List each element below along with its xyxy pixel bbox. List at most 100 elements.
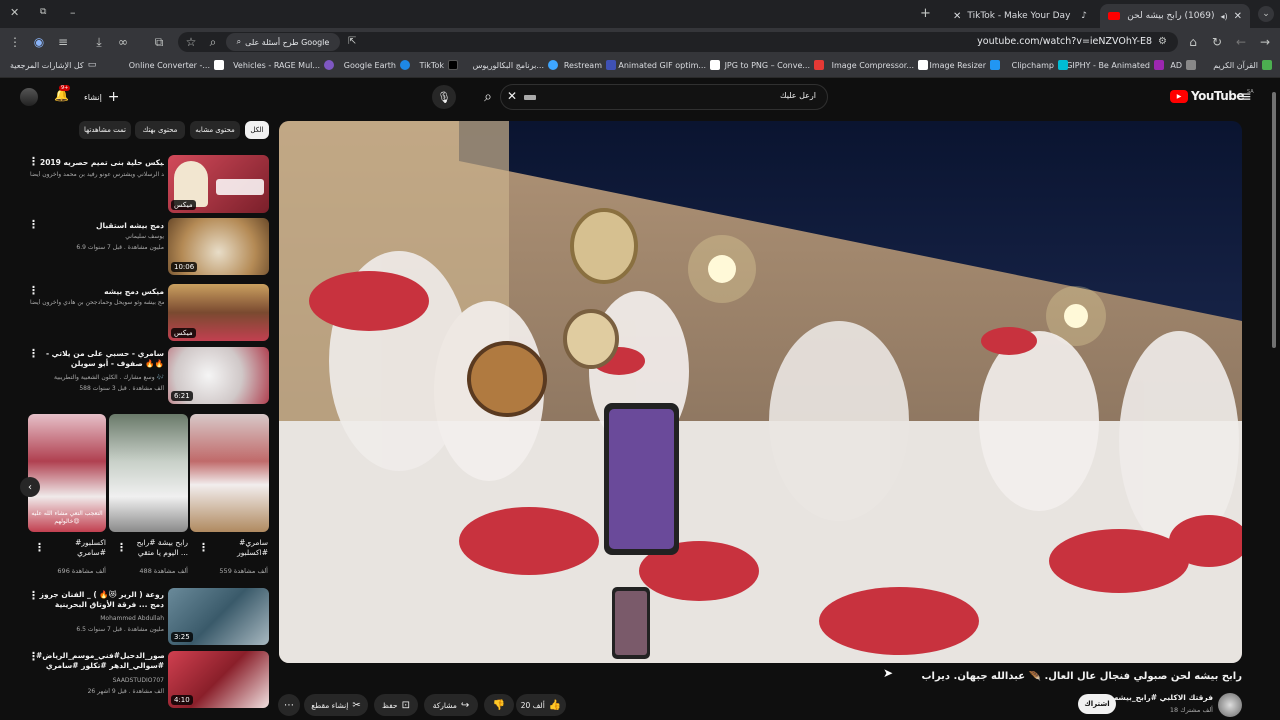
bookmark-favicon-icon: [814, 60, 824, 70]
short-title[interactable]: رابح بيشة #رابح اليوم يا متقي ...: [124, 538, 188, 558]
zoom-icon[interactable]: ⌕: [204, 33, 222, 51]
clear-search-icon[interactable]: ✕: [507, 89, 517, 103]
site-settings-icon[interactable]: ⚙: [1158, 36, 1167, 47]
dislike-button[interactable]: 👎: [484, 694, 514, 716]
chip-all[interactable]: الكل: [245, 121, 269, 139]
more-options-icon[interactable]: ⋮: [28, 156, 39, 167]
video-thumbnail[interactable]: ميكس: [168, 284, 269, 341]
bookmark-item[interactable]: Restream: [564, 60, 616, 70]
tab-youtube[interactable]: (1069) رابح بيشه لحن صبولي ◂) ✕: [1100, 4, 1250, 28]
channel-avatar[interactable]: [1218, 693, 1242, 717]
clip-button[interactable]: إنشاء مقطع ✂: [304, 694, 368, 716]
share-button[interactable]: مشاركة ↪: [424, 694, 478, 716]
back-icon[interactable]: →: [1256, 33, 1274, 51]
reading-list-icon[interactable]: ≡: [54, 33, 72, 51]
google-lens-chip[interactable]: ⌕ طرح أسئلة على Google: [226, 33, 340, 51]
save-button[interactable]: حفظ ⊡: [374, 694, 418, 716]
short-title[interactable]: #سامري #اكسلبور: [208, 538, 268, 558]
mute-icon[interactable]: ◂): [1220, 12, 1227, 21]
close-window-button[interactable]: ✕: [10, 6, 19, 19]
voice-search-icon[interactable]: 🎙: [432, 85, 456, 109]
chip-from-channel[interactable]: محتوى بهتك: [135, 121, 185, 139]
bookmark-item[interactable]: Online Converter -...: [129, 60, 224, 70]
bookmark-item[interactable]: القرآن الكريم: [1213, 60, 1272, 70]
video-title[interactable]: روعة ( الرير 😻🔥 ) _ الفنان جروز دمج ... …: [36, 590, 164, 610]
shelf-prev-button[interactable]: ‹: [20, 477, 40, 497]
more-options-icon[interactable]: ⋮: [28, 651, 39, 662]
bookmark-item[interactable]: Google Earth: [344, 60, 410, 70]
bookmark-favicon-icon: [548, 60, 558, 70]
subscribe-button[interactable]: اشتراك: [1078, 694, 1116, 714]
minimize-button[interactable]: –: [70, 6, 76, 19]
short-thumbnail[interactable]: [109, 414, 188, 532]
bookmark-item[interactable]: TikTok: [419, 60, 458, 70]
bookmark-item[interactable]: Animated GIF optim...: [618, 60, 720, 70]
more-actions-button[interactable]: ⋯: [278, 694, 300, 716]
more-options-icon[interactable]: ⋮: [28, 285, 39, 296]
forward-icon[interactable]: ←: [1232, 33, 1250, 51]
close-tab-icon[interactable]: ✕: [1234, 11, 1242, 22]
search-query[interactable]: ارعل عليك: [540, 91, 816, 100]
page-scrollbar[interactable]: [1272, 92, 1276, 348]
bookmark-item[interactable]: Image Resizer: [929, 60, 1000, 70]
bookmark-item[interactable]: Clipchamp: [1012, 60, 1068, 70]
short-caption: التعجب التعي مشاء الله عليه خالولهم😍: [31, 510, 103, 525]
avatar[interactable]: [20, 88, 38, 106]
video-title[interactable]: ميكس دمج بيشه: [40, 287, 164, 296]
video-thumbnail[interactable]: ميكس: [168, 155, 269, 213]
bookmark-item[interactable]: AD: [1170, 60, 1196, 70]
chip-watched[interactable]: تمت مشاهدتها: [79, 121, 131, 139]
short-thumbnail[interactable]: التعجب التعي مشاء الله عليه خالولهم😍: [28, 414, 106, 532]
menu-icon[interactable]: ⋮: [6, 33, 24, 51]
video-title[interactable]: #فرقة_منصور_الدحيل#فني_موسم_الرياض #سوال…: [36, 651, 164, 671]
new-tab-button[interactable]: +: [920, 6, 931, 21]
video-thumbnail[interactable]: 6:21: [168, 347, 269, 404]
video-thumbnail[interactable]: 10:06: [168, 218, 269, 275]
like-button[interactable]: 20 ألف 👍: [516, 694, 566, 716]
link-icon[interactable]: ∞: [114, 33, 132, 51]
create-button[interactable]: إنشاء +: [84, 88, 124, 106]
bookmark-item[interactable]: برنامج البكالوريوس...: [473, 60, 558, 70]
video-title[interactable]: سامري - حسبي على من يلاتي - صفوف - أبو س…: [36, 349, 164, 369]
keyboard-icon[interactable]: [524, 95, 536, 100]
more-options-icon[interactable]: ⋮: [198, 542, 209, 553]
short-views: 559 ألف مشاهدة: [219, 567, 268, 575]
url-text[interactable]: youtube.com/watch?v=ieNZVOhY-E8: [960, 36, 1152, 47]
video-channel: يوسف سليماني: [125, 233, 164, 240]
extensions-icon[interactable]: ⧉: [150, 33, 168, 51]
bookmark-item[interactable]: Image Compressor...: [832, 60, 928, 70]
chip-related[interactable]: محتوى مشابه: [190, 121, 240, 139]
home-icon[interactable]: ⌂: [1184, 33, 1202, 51]
install-app-icon[interactable]: ⇱: [348, 36, 356, 47]
search-icon[interactable]: ⌕: [476, 85, 500, 109]
bookmark-item[interactable]: JPG to PNG – Conve...: [725, 60, 824, 70]
mix-badge: ميكس: [171, 328, 196, 338]
video-meta: 588 ألف مشاهدة . قبل 3 سنوات: [79, 385, 164, 392]
more-options-icon[interactable]: ⋮: [34, 542, 45, 553]
video-title[interactable]: دمج بيشه استقبال: [40, 221, 164, 230]
video-thumbnail[interactable]: 3:25: [168, 588, 269, 645]
restore-button[interactable]: ⧉: [40, 7, 46, 17]
more-options-icon[interactable]: ⋮: [28, 348, 39, 359]
channel-name[interactable]: فرقتك الاكلبي #رابح_بيشه: [1100, 693, 1213, 702]
video-thumbnail[interactable]: 4:10: [168, 651, 269, 708]
bookmark-item[interactable]: Vehicles - RAGE Mul...: [233, 60, 334, 70]
tab-title: TikTok - Make Your Day: [967, 11, 1071, 21]
more-options-icon[interactable]: ⋮: [116, 542, 127, 553]
short-thumbnail[interactable]: [190, 414, 269, 532]
bookmark-item[interactable]: GIPHY - Be Animated: [1066, 60, 1164, 70]
bookmark-star-icon[interactable]: ☆: [182, 33, 200, 51]
all-bookmarks[interactable]: كل الإشارات المرجعية ▭: [10, 60, 96, 70]
tab-tiktok[interactable]: ✕ TikTok - Make Your Day ♪: [945, 4, 1095, 28]
more-options-icon[interactable]: ⋮: [28, 590, 39, 601]
video-title[interactable]: ميكس حلية بنى تميم حصريه 2019 🔥🔥: [40, 158, 164, 167]
profile-icon[interactable]: ◉: [30, 33, 48, 51]
download-icon[interactable]: ⤓: [90, 33, 108, 51]
video-player[interactable]: [279, 121, 1242, 663]
tab-list-button[interactable]: ⌄: [1258, 6, 1274, 22]
short-title[interactable]: #اكسلبور #سامري: [44, 538, 106, 558]
youtube-logo[interactable]: ▶ YouTube SA: [1170, 89, 1254, 103]
reload-icon[interactable]: ↻: [1208, 33, 1226, 51]
close-tab-icon[interactable]: ✕: [953, 11, 961, 22]
more-options-icon[interactable]: ⋮: [28, 219, 39, 230]
